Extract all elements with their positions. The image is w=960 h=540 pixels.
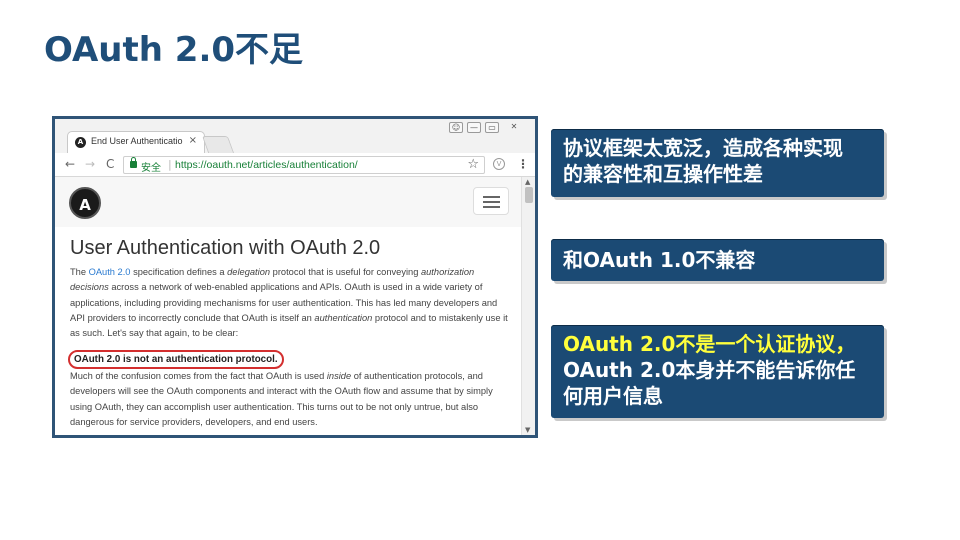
forward-arrow-icon[interactable]: → <box>85 157 95 171</box>
browser-screenshot: A End User Authenticatio × ☺ — ▭ ✕ ← → C… <box>52 116 538 438</box>
oauth-logo[interactable]: A <box>69 187 101 219</box>
oauth2-link[interactable]: OAuth 2.0 <box>89 267 131 277</box>
intro-paragraph: The OAuth 2.0 specification defines a de… <box>70 267 508 339</box>
point-box-2: 和OAuth 1.0不兼容 <box>551 239 884 281</box>
secure-label: 安全 <box>141 163 161 174</box>
extension-icon[interactable]: V <box>493 158 505 170</box>
point-2-line-1: 和OAuth 1.0不兼容 <box>563 248 756 272</box>
minimize-button[interactable]: — <box>467 122 481 133</box>
site-header: A <box>55 177 521 227</box>
profile-icon[interactable]: ☺ <box>449 122 463 133</box>
point-3-highlight-line: OAuth 2.0不是一个认证协议， <box>563 332 856 356</box>
scroll-up-icon[interactable]: ▲ <box>525 178 530 186</box>
article-title: User Authentication with OAuth 2.0 <box>70 237 381 259</box>
lock-icon <box>130 157 137 168</box>
reload-icon[interactable]: C <box>106 157 114 171</box>
url-separator: | <box>168 158 172 171</box>
tab-close-icon[interactable]: × <box>189 135 197 146</box>
close-window-button[interactable]: ✕ <box>507 122 521 133</box>
slide-title: OAuth 2.0不足 <box>44 30 304 70</box>
address-bar[interactable]: 安全 | https://oauth.net/articles/authenti… <box>123 156 485 174</box>
page-scrollbar[interactable]: ▲ ▼ <box>521 177 535 435</box>
maximize-button[interactable]: ▭ <box>485 122 499 133</box>
scroll-thumb[interactable] <box>525 187 533 203</box>
point-1-line-2: 的兼容性和互操作性差 <box>563 162 763 186</box>
point-box-3: OAuth 2.0不是一个认证协议， OAuth 2.0本身并不能告诉你任 何用… <box>551 325 884 418</box>
highlighted-statement: OAuth 2.0 is not an authentication proto… <box>68 350 284 369</box>
confusion-paragraph: Much of the confusion comes from the fac… <box>70 371 493 427</box>
point-1-line-1: 协议框架太宽泛，造成各种实现 <box>563 136 843 160</box>
bookmark-star-icon[interactable]: ☆ <box>467 157 479 172</box>
scroll-down-icon[interactable]: ▼ <box>525 426 530 434</box>
hamburger-menu-button[interactable] <box>473 187 509 215</box>
point-3-line-3: 何用户信息 <box>563 384 663 408</box>
browser-menu-icon[interactable]: ⋮ <box>517 157 529 171</box>
back-arrow-icon[interactable]: ← <box>65 157 75 171</box>
browser-tab[interactable]: A End User Authenticatio × <box>67 131 205 153</box>
point-box-1: 协议框架太宽泛，造成各种实现 的兼容性和互操作性差 <box>551 129 884 197</box>
oauth-favicon-icon: A <box>75 137 86 148</box>
point-3-line-2: OAuth 2.0本身并不能告诉你任 <box>563 358 856 382</box>
tab-label: End User Authenticatio <box>91 136 183 146</box>
url-text: https://oauth.net/articles/authenticatio… <box>175 159 358 171</box>
web-page: A User Authentication with OAuth 2.0 The… <box>55 177 521 435</box>
browser-tabstrip: A End User Authenticatio × ☺ — ▭ ✕ <box>55 119 535 153</box>
new-tab-button[interactable] <box>201 136 235 153</box>
browser-toolbar: ← → C 安全 | https://oauth.net/articles/au… <box>55 153 535 177</box>
